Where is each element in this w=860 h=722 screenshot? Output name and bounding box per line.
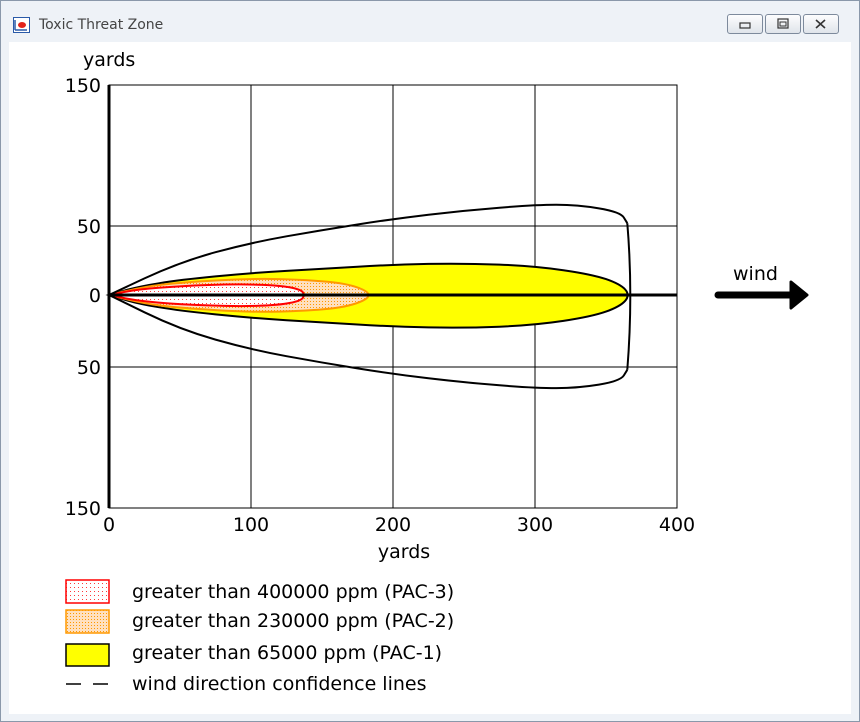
y-tick-label: 50 — [77, 216, 101, 238]
x-tick-label: 0 — [103, 514, 115, 536]
legend-label-pac1: greater than 65000 ppm (PAC-1) — [132, 642, 442, 664]
minimize-icon — [739, 22, 751, 29]
window-title: Toxic Threat Zone — [39, 17, 164, 33]
minimize-button[interactable] — [727, 14, 763, 34]
toxic-threat-zone-window: Toxic Threat Zone yards yards 0 100 200 300… — [0, 0, 860, 722]
restore-icon — [777, 18, 789, 29]
legend-swatch-pac3 — [65, 579, 110, 604]
legend-label-confidence: wind direction confidence lines — [132, 673, 427, 695]
x-tick-label: 400 — [659, 514, 695, 536]
close-button[interactable] — [803, 14, 839, 34]
legend-label-pac3: greater than 400000 ppm (PAC-3) — [132, 581, 454, 603]
y-tick-label: 150 — [65, 75, 101, 97]
legend: greater than 400000 ppm (PAC-3) greater … — [65, 579, 454, 695]
x-tick-label: 300 — [517, 514, 553, 536]
y-tick-label: 150 — [65, 498, 101, 520]
wind-indicator: wind — [714, 263, 809, 310]
title-bar[interactable]: Toxic Threat Zone — [1, 1, 859, 41]
y-axis-label: yards — [83, 49, 135, 71]
x-tick-label: 100 — [233, 514, 269, 536]
wind-arrowhead — [789, 280, 809, 310]
x-axis-label: yards — [378, 541, 430, 563]
close-icon — [815, 19, 826, 29]
wind-label: wind — [733, 263, 778, 285]
plot-area-container: yards yards 0 100 200 300 400 150 50 0 50 150 win… — [9, 42, 851, 714]
legend-swatch-pac1 — [65, 643, 110, 667]
legend-swatch-pac2 — [65, 609, 110, 634]
y-tick-label: 50 — [77, 357, 101, 379]
legend-label-pac2: greater than 230000 ppm (PAC-2) — [132, 610, 454, 632]
y-tick-label: 0 — [89, 285, 101, 307]
threat-zone-app-icon — [13, 17, 30, 33]
threat-zone-chart: yards yards 0 100 200 300 400 150 50 0 50 150 win… — [65, 49, 809, 695]
restore-button[interactable] — [765, 14, 801, 34]
x-tick-label: 200 — [375, 514, 411, 536]
